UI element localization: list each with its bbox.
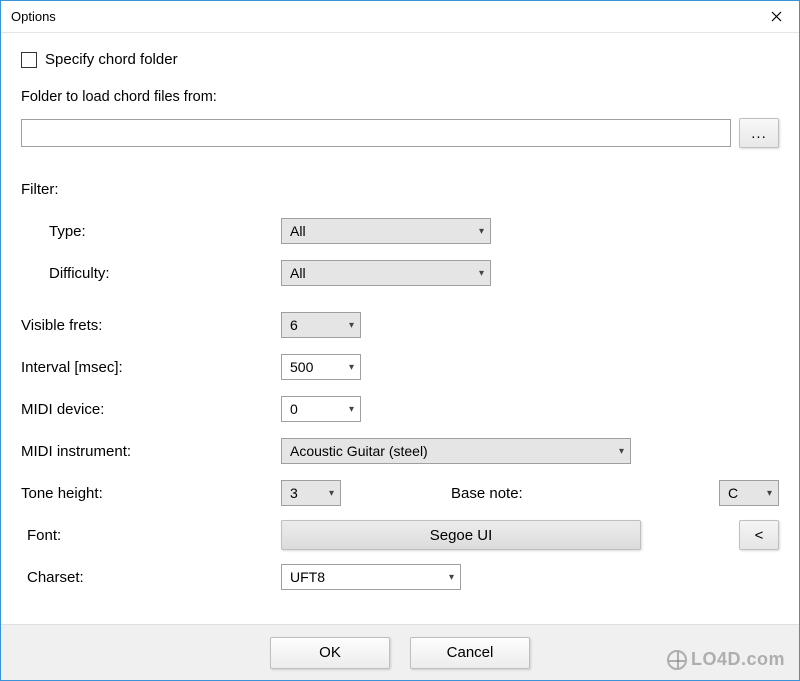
interval-combo[interactable]: 500 ▾ xyxy=(281,354,361,380)
charset-combo[interactable]: UFT8 ▾ xyxy=(281,564,461,590)
interval-label: Interval [msec]: xyxy=(21,359,281,376)
filter-type-label: Type: xyxy=(21,223,281,240)
visible-frets-combo[interactable]: 6 ▾ xyxy=(281,312,361,338)
charset-row: Charset: UFT8 ▾ xyxy=(21,556,779,598)
filter-type-row: Type: All ▾ xyxy=(21,210,779,252)
midi-device-label: MIDI device: xyxy=(21,401,281,418)
midi-instrument-row: MIDI instrument: Acoustic Guitar (steel)… xyxy=(21,430,779,472)
chevron-down-icon: ▾ xyxy=(619,446,624,457)
base-note-value: C xyxy=(728,485,738,501)
visible-frets-label: Visible frets: xyxy=(21,317,281,334)
filter-difficulty-row: Difficulty: All ▾ xyxy=(21,252,779,294)
chevron-down-icon: ▾ xyxy=(479,226,484,237)
tone-height-value: 3 xyxy=(290,485,298,501)
base-note-combo[interactable]: C ▾ xyxy=(719,480,779,506)
specify-chord-checkbox[interactable] xyxy=(21,52,37,68)
ok-button[interactable]: OK xyxy=(270,637,390,669)
content-area: Specify chord folder Folder to load chor… xyxy=(1,33,799,624)
tone-height-row: Tone height: 3 ▾ Base note: C ▾ xyxy=(21,472,779,514)
chevron-down-icon: ▾ xyxy=(479,268,484,279)
chevron-down-icon: ▾ xyxy=(349,362,354,373)
midi-instrument-value: Acoustic Guitar (steel) xyxy=(290,443,428,459)
midi-device-row: MIDI device: 0 ▾ xyxy=(21,388,779,430)
button-bar: OK Cancel xyxy=(1,624,799,680)
font-reset-button[interactable]: < xyxy=(739,520,779,550)
folder-label-row: Folder to load chord files from: xyxy=(21,82,779,112)
interval-value: 500 xyxy=(290,359,313,375)
close-button[interactable] xyxy=(753,1,799,33)
filter-difficulty-label: Difficulty: xyxy=(21,265,281,282)
chevron-down-icon: ▾ xyxy=(767,488,772,499)
tone-height-label: Tone height: xyxy=(21,485,281,502)
filter-difficulty-value: All xyxy=(290,265,306,281)
tone-height-combo[interactable]: 3 ▾ xyxy=(281,480,341,506)
chevron-down-icon: ▾ xyxy=(349,320,354,331)
filter-type-value: All xyxy=(290,223,306,239)
close-icon xyxy=(771,11,782,22)
browse-button[interactable]: ... xyxy=(739,118,779,148)
folder-path-input[interactable] xyxy=(21,119,731,147)
specify-chord-row: Specify chord folder xyxy=(21,51,779,68)
window-title: Options xyxy=(11,9,753,24)
midi-instrument-label: MIDI instrument: xyxy=(21,443,281,460)
font-label: Font: xyxy=(21,527,281,544)
specify-chord-label: Specify chord folder xyxy=(45,51,178,68)
charset-value: UFT8 xyxy=(290,569,325,585)
chevron-down-icon: ▾ xyxy=(349,404,354,415)
base-note-label: Base note: xyxy=(451,485,523,502)
midi-device-combo[interactable]: 0 ▾ xyxy=(281,396,361,422)
charset-label: Charset: xyxy=(21,569,281,586)
filter-difficulty-combo[interactable]: All ▾ xyxy=(281,260,491,286)
folder-label: Folder to load chord files from: xyxy=(21,89,217,105)
chevron-down-icon: ▾ xyxy=(449,572,454,583)
interval-row: Interval [msec]: 500 ▾ xyxy=(21,346,779,388)
options-window: Options Specify chord folder Folder to l… xyxy=(0,0,800,681)
visible-frets-row: Visible frets: 6 ▾ xyxy=(21,304,779,346)
titlebar: Options xyxy=(1,1,799,33)
cancel-button[interactable]: Cancel xyxy=(410,637,530,669)
filter-type-combo[interactable]: All ▾ xyxy=(281,218,491,244)
chevron-down-icon: ▾ xyxy=(329,488,334,499)
form-grid: Filter: Type: All ▾ Difficulty: All ▾ xyxy=(21,168,779,598)
midi-device-value: 0 xyxy=(290,401,298,417)
font-button[interactable]: Segoe UI xyxy=(281,520,641,550)
visible-frets-value: 6 xyxy=(290,317,298,333)
filter-heading: Filter: xyxy=(21,181,281,198)
midi-instrument-combo[interactable]: Acoustic Guitar (steel) ▾ xyxy=(281,438,631,464)
filter-heading-row: Filter: xyxy=(21,168,779,210)
font-row: Font: Segoe UI < xyxy=(21,514,779,556)
folder-input-row: ... xyxy=(21,118,779,148)
